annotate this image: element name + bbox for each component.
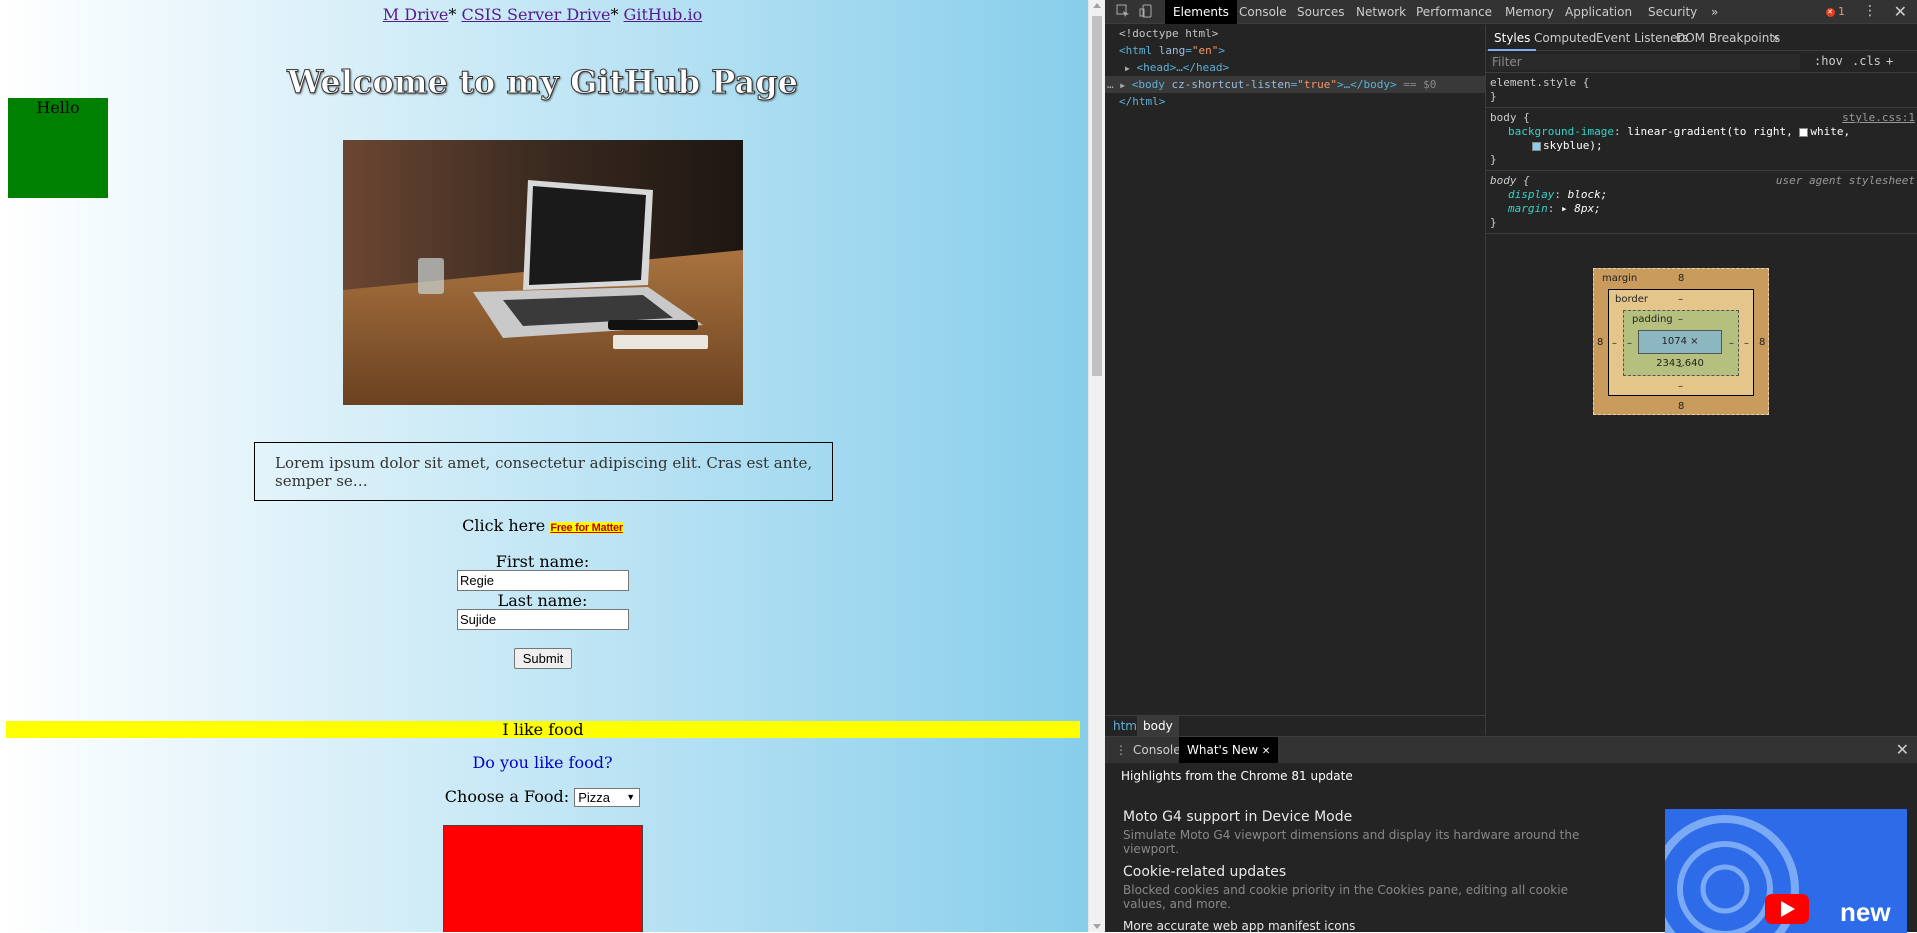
food-select-value: Pizza — [578, 790, 610, 805]
whats-new-item-desc: Blocked cookies and cookie priority in t… — [1123, 883, 1568, 911]
close-tab-icon[interactable]: ✕ — [1262, 746, 1270, 757]
class-toggle-button[interactable]: .cls — [1852, 54, 1881, 68]
scroll-down-icon[interactable] — [1093, 924, 1101, 929]
drawer-tab-whats-new[interactable]: What's New ✕ — [1179, 737, 1279, 763]
box-model-padding[interactable]: padding – – – – 1074 × 2343.640 — [1623, 310, 1739, 376]
dom-head-node[interactable]: ▶ <head>…</head> — [1105, 59, 1485, 76]
banner-text: new — [1840, 897, 1891, 927]
nav-link-m-drive[interactable]: M Drive — [383, 5, 449, 24]
first-name-field[interactable]: Regie — [457, 570, 629, 591]
food-select[interactable]: Pizza ▼ — [574, 788, 641, 807]
error-count: 1 — [1838, 5, 1845, 18]
dom-body-node[interactable]: … ▶ <body cz-shortcut-listen="true">…</b… — [1105, 76, 1485, 93]
breadcrumb: html body — [1105, 715, 1485, 736]
scrollbar-thumb[interactable] — [1092, 16, 1102, 376]
nav-link-csis-server-drive[interactable]: CSIS Server Drive — [461, 5, 610, 24]
choose-food-label: Choose a Food: — [444, 787, 570, 806]
device-toggle-icon[interactable] — [1138, 4, 1154, 20]
tab-memory[interactable]: Memory — [1497, 0, 1562, 24]
rule-element-style[interactable]: element.style { } — [1486, 73, 1917, 108]
ua-source-label: user agent stylesheet — [1775, 174, 1915, 187]
add-rule-button[interactable]: + — [1886, 54, 1893, 68]
first-name-label: First name: — [495, 552, 590, 571]
box-model-border[interactable]: border – – – – padding – – – – 1074 × 23… — [1608, 289, 1754, 396]
nav-separator: * — [448, 5, 457, 24]
tab-performance[interactable]: Performance — [1408, 0, 1500, 24]
tab-application[interactable]: Application — [1557, 0, 1640, 24]
top-nav: M Drive* CSIS Server Drive* GitHub.io — [0, 5, 1085, 24]
box-model-content[interactable]: 1074 × 2343.640 — [1638, 330, 1722, 369]
devtools-drawer: ⋮ Console What's New ✕ ✕ Highlights from… — [1105, 736, 1917, 933]
whats-new-video-thumbnail[interactable]: new — [1665, 809, 1907, 933]
whats-new-item-title[interactable]: Moto G4 support in Device Mode — [1123, 809, 1352, 825]
food-banner: I like food — [6, 721, 1080, 738]
hello-box: Hello — [8, 98, 108, 198]
hover-state-button[interactable]: :hov — [1814, 54, 1843, 68]
drawer-tabbar: ⋮ Console What's New ✕ ✕ — [1105, 737, 1917, 763]
devtools-toolbar: Elements Console Sources Network Perform… — [1105, 0, 1917, 24]
more-tabs-icon[interactable]: » — [1766, 25, 1785, 51]
food-question: Do you like food? — [472, 753, 613, 772]
red-box — [443, 825, 643, 932]
page-title: Welcome to my GitHub Page — [287, 63, 799, 102]
tab-console[interactable]: Console — [1231, 0, 1295, 24]
expand-arrow-icon[interactable]: ▶ — [1125, 64, 1130, 73]
error-icon: ✕ — [1825, 7, 1835, 17]
page-scrollbar[interactable] — [1088, 0, 1105, 932]
tab-elements[interactable]: Elements — [1165, 0, 1237, 24]
close-devtools-icon[interactable]: ✕ — [1894, 2, 1907, 21]
scroll-up-icon[interactable] — [1093, 3, 1101, 8]
rule-body-author[interactable]: body { style.css:1 background-image: lin… — [1486, 108, 1917, 171]
click-here-label: Click here — [462, 516, 546, 535]
whats-new-item-title[interactable]: More accurate web app manifest icons — [1123, 919, 1355, 933]
chevron-down-icon: ▼ — [626, 792, 636, 802]
styles-filter-input[interactable]: Filter — [1490, 54, 1800, 70]
box-model-margin[interactable]: margin 8 8 8 8 border – – – – padding – … — [1593, 268, 1769, 415]
ellipsis-icon: … — [1107, 78, 1114, 91]
laptop-photo — [343, 140, 743, 405]
close-drawer-icon[interactable]: ✕ — [1896, 740, 1909, 759]
nav-link-github-io[interactable]: GitHub.io — [624, 5, 703, 24]
dom-doctype[interactable]: <!doctype html> — [1105, 25, 1485, 42]
more-tabs-icon[interactable]: » — [1703, 0, 1726, 24]
whats-new-item-title[interactable]: Cookie-related updates — [1123, 864, 1286, 880]
last-name-label: Last name: — [497, 591, 588, 610]
lorem-text-box: Lorem ipsum dolor sit amet, consectetur … — [254, 442, 833, 501]
tab-sources[interactable]: Sources — [1289, 0, 1352, 24]
choose-food-row: Choose a Food: Pizza ▼ — [0, 787, 1085, 807]
breadcrumb-body[interactable]: body — [1137, 716, 1179, 736]
tab-security[interactable]: Security — [1640, 0, 1705, 24]
last-name-field[interactable]: Sujide — [457, 609, 629, 630]
styles-tabbar: Styles Computed Event Listeners DOM Brea… — [1486, 25, 1917, 51]
source-link[interactable]: style.css:1 — [1842, 111, 1915, 125]
styles-pane: Styles Computed Event Listeners DOM Brea… — [1486, 25, 1917, 735]
dom-html-open[interactable]: <html lang="en"> — [1105, 42, 1485, 59]
free-for-matter-link[interactable]: Free for Matter — [550, 522, 623, 534]
rule-body-ua[interactable]: body { user agent stylesheet display: bl… — [1486, 171, 1917, 234]
page-viewport: M Drive* CSIS Server Drive* GitHub.io He… — [0, 0, 1088, 932]
click-here-line: Click here Free for Matter — [0, 516, 1085, 535]
whats-new-item-desc: Simulate Moto G4 viewport dimensions and… — [1123, 828, 1580, 856]
skyblue-swatch-icon[interactable] — [1532, 141, 1541, 151]
filter-row: Filter :hov .cls + — [1486, 51, 1917, 73]
dom-html-close[interactable]: </html> — [1105, 93, 1485, 110]
inspect-element-icon[interactable] — [1115, 4, 1131, 20]
tab-network[interactable]: Network — [1348, 0, 1414, 24]
expand-arrow-icon[interactable]: ▶ — [1120, 81, 1125, 90]
whats-new-heading: Highlights from the Chrome 81 update — [1121, 769, 1353, 783]
devtools-panel: Elements Console Sources Network Perform… — [1105, 0, 1917, 933]
white-swatch-icon[interactable] — [1799, 127, 1809, 137]
kebab-menu-icon[interactable]: ⋮ — [1863, 3, 1877, 19]
elements-tree: <!doctype html> <html lang="en"> ▶ <head… — [1105, 25, 1485, 715]
nav-separator: * — [610, 5, 619, 24]
submit-button[interactable]: Submit — [514, 648, 572, 669]
error-counter[interactable]: ✕ 1 — [1825, 5, 1845, 18]
